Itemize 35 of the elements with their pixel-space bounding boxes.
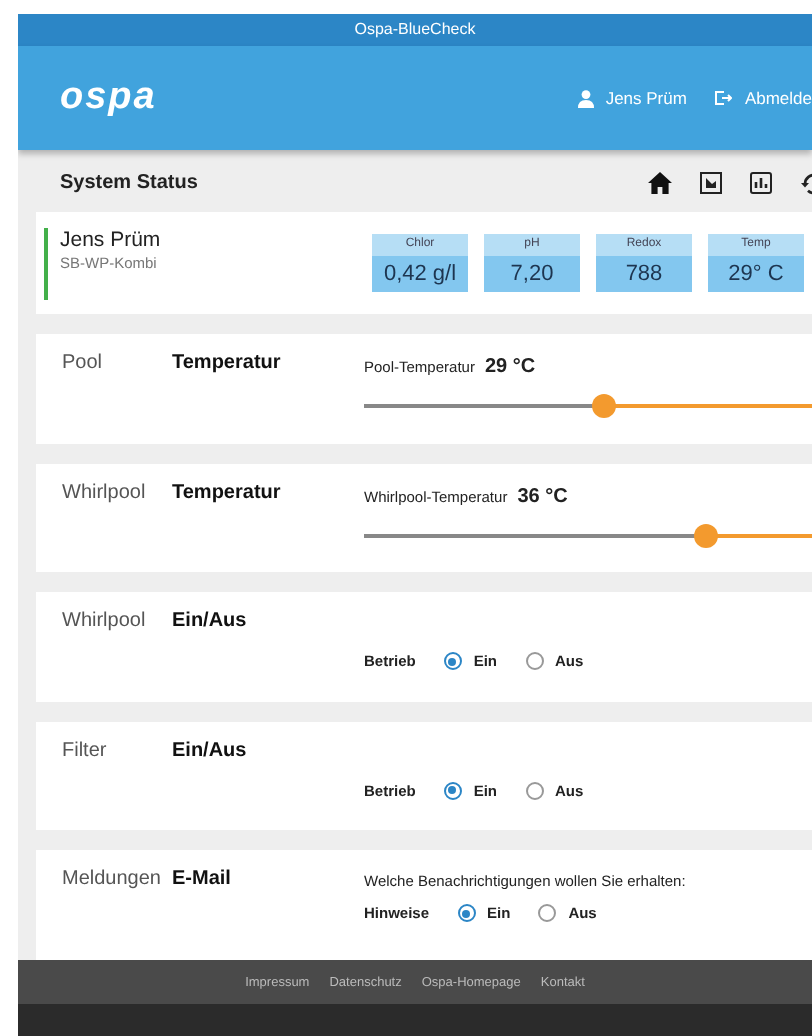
window-title: Ospa-BlueCheck xyxy=(18,14,812,46)
slider-thumb[interactable] xyxy=(694,523,718,548)
section-category: Filter xyxy=(62,739,109,766)
page-title: System Status xyxy=(60,172,198,195)
logout-icon xyxy=(714,90,733,106)
slider-thumb[interactable] xyxy=(592,394,616,419)
section-title: E-Mail xyxy=(172,868,233,895)
radio-button[interactable] xyxy=(443,781,462,800)
radio-button[interactable] xyxy=(443,652,462,671)
section-category: Meldungen xyxy=(62,868,163,895)
temperature-reading: 29 °C xyxy=(484,356,536,379)
temperature-slider[interactable] xyxy=(364,394,812,419)
section-category: Pool xyxy=(62,352,105,379)
section-title: Temperatur xyxy=(172,352,283,379)
chart-icon[interactable] xyxy=(750,172,772,195)
section-title: Temperatur xyxy=(172,481,283,508)
customer-name: Jens Prüm xyxy=(60,227,163,252)
section-category: Whirlpool xyxy=(62,481,148,508)
logo: ospa xyxy=(60,76,157,120)
temperature-slider[interactable] xyxy=(364,523,812,548)
radio-button[interactable] xyxy=(538,904,557,923)
section-title: Ein/Aus xyxy=(172,610,249,637)
user-icon xyxy=(577,89,594,107)
picture-icon[interactable] xyxy=(700,172,722,195)
temperature-reading: 36 °C xyxy=(517,485,568,508)
metric-value: 7,20 xyxy=(484,256,580,293)
radio-button[interactable] xyxy=(525,781,544,800)
section-category: Whirlpool xyxy=(62,610,148,637)
home-icon[interactable] xyxy=(648,172,672,195)
metric-value: 0,42 g/l xyxy=(372,256,468,293)
section-title: Ein/Aus xyxy=(172,739,249,766)
metric-value: 788 xyxy=(596,256,692,293)
radio-button[interactable] xyxy=(525,652,544,671)
radio-button[interactable] xyxy=(457,904,476,923)
metric-value: 29° C xyxy=(708,256,804,293)
